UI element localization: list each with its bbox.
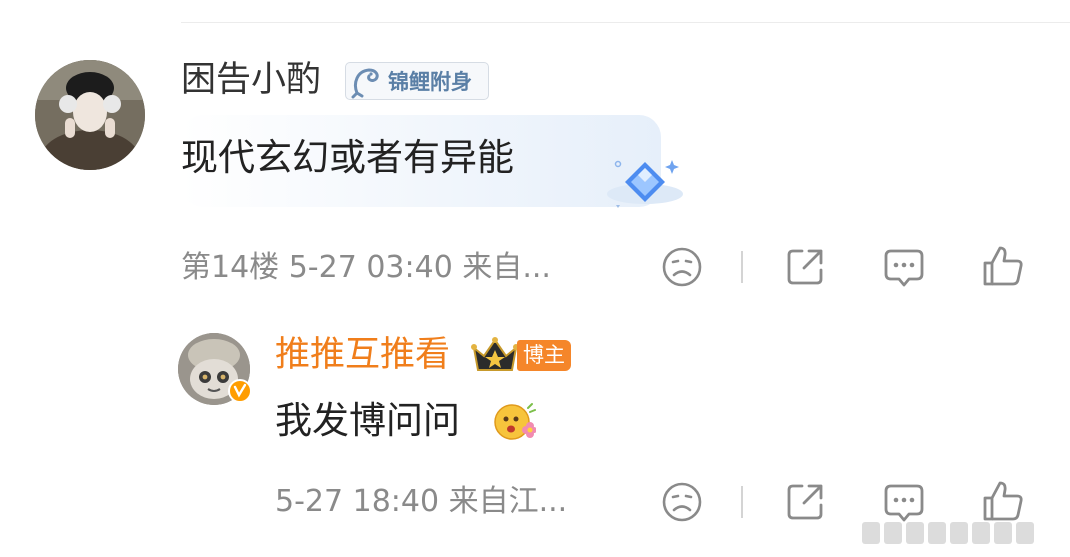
comment-icon (884, 249, 924, 287)
diamond-icon (607, 160, 683, 208)
comment-meta: 第14楼 5-27 03:40 来自... (181, 250, 551, 285)
like-icon (983, 246, 1023, 286)
reply-content: 我发博问问 (275, 399, 460, 442)
comment-content: 现代玄幻或者有异能 (181, 136, 514, 179)
sad-face-icon (662, 482, 702, 522)
comment-icon (884, 484, 924, 522)
share-icon (787, 484, 823, 520)
avatar[interactable] (35, 60, 145, 170)
dislike-button[interactable] (659, 244, 705, 290)
reply-comment-button[interactable] (881, 479, 927, 525)
action-separator (741, 251, 743, 283)
koi-badge[interactable]: 锦鲤附身 (345, 62, 489, 100)
badge-label: 锦鲤附身 (388, 70, 472, 94)
flower-emoji-icon (494, 403, 536, 440)
action-separator (741, 486, 743, 518)
reply-dislike-button[interactable] (659, 479, 705, 525)
host-tag: 博主 (517, 340, 571, 371)
comment-username[interactable]: 困告小酌 (181, 60, 321, 100)
reply-share-button[interactable] (782, 479, 828, 525)
reply-like-button[interactable] (980, 478, 1026, 524)
comment-button[interactable] (881, 244, 927, 290)
sad-face-icon (662, 247, 702, 287)
crown-icon (471, 337, 519, 371)
like-icon (983, 481, 1023, 521)
watermark (862, 522, 1062, 548)
like-button[interactable] (980, 243, 1026, 289)
reply-username[interactable]: 推推互推看 (275, 335, 450, 375)
share-button[interactable] (782, 244, 828, 290)
reply-meta: 5-27 18:40 来自江... (275, 484, 568, 519)
top-divider (181, 22, 1070, 23)
reply-avatar[interactable] (178, 333, 252, 405)
koi-fish-icon (351, 68, 379, 99)
verified-icon (228, 379, 252, 403)
share-icon (787, 249, 823, 285)
